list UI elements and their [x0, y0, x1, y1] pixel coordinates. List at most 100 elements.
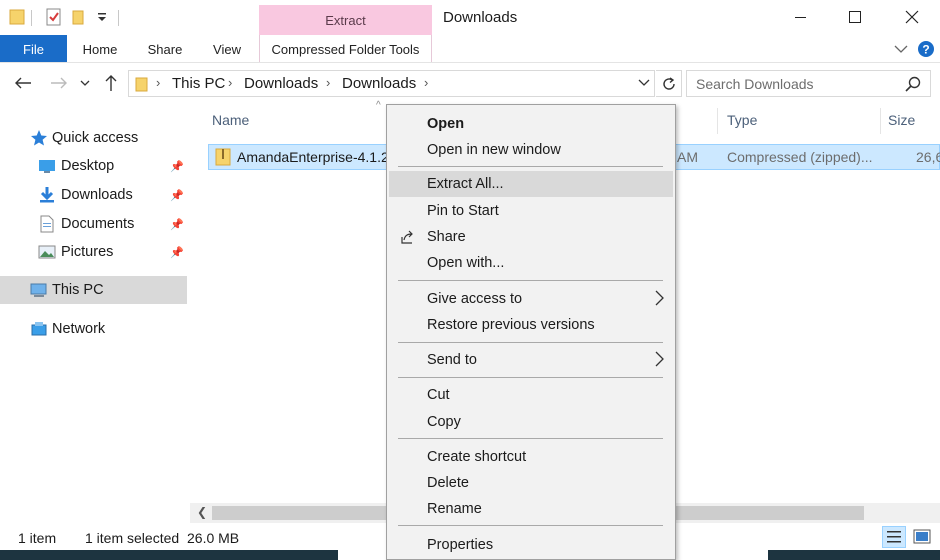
menu-label: Open in new window [427, 142, 561, 158]
ribbon: File Home Share View Compressed Folder T… [0, 35, 940, 63]
search-input[interactable] [696, 74, 896, 94]
menu-item-open[interactable]: Open [389, 111, 673, 137]
tab-view[interactable]: View [200, 35, 254, 63]
breadcrumb-chevron-icon[interactable]: › [228, 75, 232, 90]
menu-item-cut[interactable]: Cut [389, 382, 673, 408]
menu-item-share[interactable]: Share [389, 224, 673, 250]
close-button[interactable] [889, 2, 935, 32]
pin-icon[interactable]: 📌 [170, 160, 184, 173]
breadcrumb-downloads-current[interactable]: Downloads [342, 75, 416, 92]
nav-this-pc[interactable]: This PC [0, 276, 187, 304]
menu-label: Pin to Start [427, 203, 499, 219]
menu-item-delete[interactable]: Delete [389, 470, 673, 496]
tab-share[interactable]: Share [137, 35, 193, 63]
menu-label: Cut [427, 387, 450, 403]
menu-label: Create shortcut [427, 449, 527, 465]
column-divider[interactable] [717, 108, 718, 134]
file-type: Compressed (zipped)... [727, 149, 873, 165]
submenu-chevron-right-icon [655, 290, 664, 306]
nav-label: This PC [52, 282, 104, 298]
menu-item-open-new-window[interactable]: Open in new window [389, 137, 673, 163]
nav-downloads[interactable]: Downloads 📌 [0, 181, 187, 209]
menu-label: Properties [427, 537, 494, 553]
star-icon [31, 130, 47, 146]
menu-item-extract-all[interactable]: Extract All... [389, 171, 673, 197]
nav-label: Network [52, 321, 106, 337]
nav-pictures[interactable]: Pictures 📌 [0, 238, 187, 266]
breadcrumb-downloads[interactable]: Downloads [244, 75, 318, 92]
zip-folder-icon [215, 148, 231, 166]
menu-label: Copy [427, 414, 461, 430]
refresh-button[interactable] [656, 70, 682, 97]
menu-separator [398, 342, 663, 343]
download-arrow-icon [40, 187, 54, 203]
address-dropdown-icon[interactable] [638, 79, 650, 87]
breadcrumb-chevron-icon[interactable]: › [156, 75, 160, 90]
forward-button[interactable] [48, 72, 70, 94]
menu-item-copy[interactable]: Copy [389, 409, 673, 435]
back-button[interactable] [12, 72, 34, 94]
column-header-name[interactable]: Name [212, 112, 249, 128]
menu-label: Rename [427, 501, 482, 517]
menu-item-give-access-to[interactable]: Give access to [389, 286, 673, 312]
new-folder-icon[interactable] [71, 8, 87, 26]
menu-item-open-with[interactable]: Open with... [389, 250, 673, 276]
maximize-icon [849, 11, 861, 23]
nav-quick-access[interactable]: Quick access [0, 124, 187, 152]
help-icon[interactable]: ? [917, 40, 935, 58]
menu-item-properties[interactable]: Properties [389, 532, 673, 558]
expand-ribbon-chevron-icon[interactable] [894, 43, 908, 55]
refresh-icon [662, 76, 675, 90]
tab-file[interactable]: File [0, 35, 67, 63]
menu-item-create-shortcut[interactable]: Create shortcut [389, 444, 673, 470]
menu-separator [398, 166, 663, 167]
status-size: 26.0 MB [187, 530, 240, 546]
address-bar[interactable]: › This PC › Downloads › Downloads › [128, 70, 655, 97]
large-icons-view-icon[interactable] [910, 526, 934, 548]
properties-icon[interactable] [46, 8, 62, 26]
pin-icon[interactable]: 📌 [170, 246, 184, 259]
menu-label: Send to [427, 352, 477, 368]
recent-locations-button[interactable] [77, 72, 93, 94]
column-header-type[interactable]: Type [727, 112, 757, 128]
tab-compressed-folder-tools[interactable]: Compressed Folder Tools [259, 35, 432, 63]
nav-desktop[interactable]: Desktop 📌 [0, 152, 187, 180]
scroll-left-icon[interactable]: ❮ [197, 505, 207, 519]
customize-toolbar-chevron-icon[interactable] [94, 8, 110, 26]
menu-label: Open with... [427, 255, 505, 271]
column-header-size[interactable]: Size [888, 112, 915, 128]
nav-label: Quick access [52, 130, 139, 146]
breadcrumb-chevron-icon[interactable]: › [326, 75, 330, 90]
minimize-button[interactable] [778, 2, 824, 32]
breadcrumb-this-pc[interactable]: This PC [172, 75, 225, 92]
menu-label: Restore previous versions [427, 317, 595, 333]
menu-separator [398, 377, 663, 378]
share-icon [401, 230, 413, 244]
menu-item-restore-previous-versions[interactable]: Restore previous versions [389, 312, 673, 338]
pin-icon[interactable]: 📌 [170, 218, 184, 231]
menu-item-pin-to-start[interactable]: Pin to Start [389, 198, 673, 224]
desktop-icon [39, 160, 55, 173]
title-bar: Extract Downloads [0, 0, 940, 35]
chevron-down-icon [80, 80, 90, 86]
pin-icon[interactable]: 📌 [170, 189, 184, 202]
pictures-icon [38, 245, 56, 259]
maximize-button[interactable] [832, 2, 878, 32]
menu-item-rename[interactable]: Rename [389, 496, 673, 522]
search-icon[interactable] [904, 75, 922, 93]
menu-separator [398, 438, 663, 439]
close-icon [905, 10, 919, 24]
menu-item-send-to[interactable]: Send to [389, 347, 673, 373]
search-box[interactable] [686, 70, 931, 97]
tab-home[interactable]: Home [70, 35, 130, 63]
details-view-icon[interactable] [882, 526, 906, 548]
up-button[interactable] [100, 72, 122, 94]
network-icon [31, 322, 47, 336]
column-divider[interactable] [880, 108, 881, 134]
menu-label: Extract All... [427, 176, 504, 192]
nav-documents[interactable]: Documents 📌 [0, 210, 187, 238]
nav-network[interactable]: Network [0, 315, 187, 343]
breadcrumb-chevron-icon[interactable]: › [424, 75, 428, 90]
menu-separator [398, 525, 663, 526]
svg-text:?: ? [922, 43, 929, 57]
